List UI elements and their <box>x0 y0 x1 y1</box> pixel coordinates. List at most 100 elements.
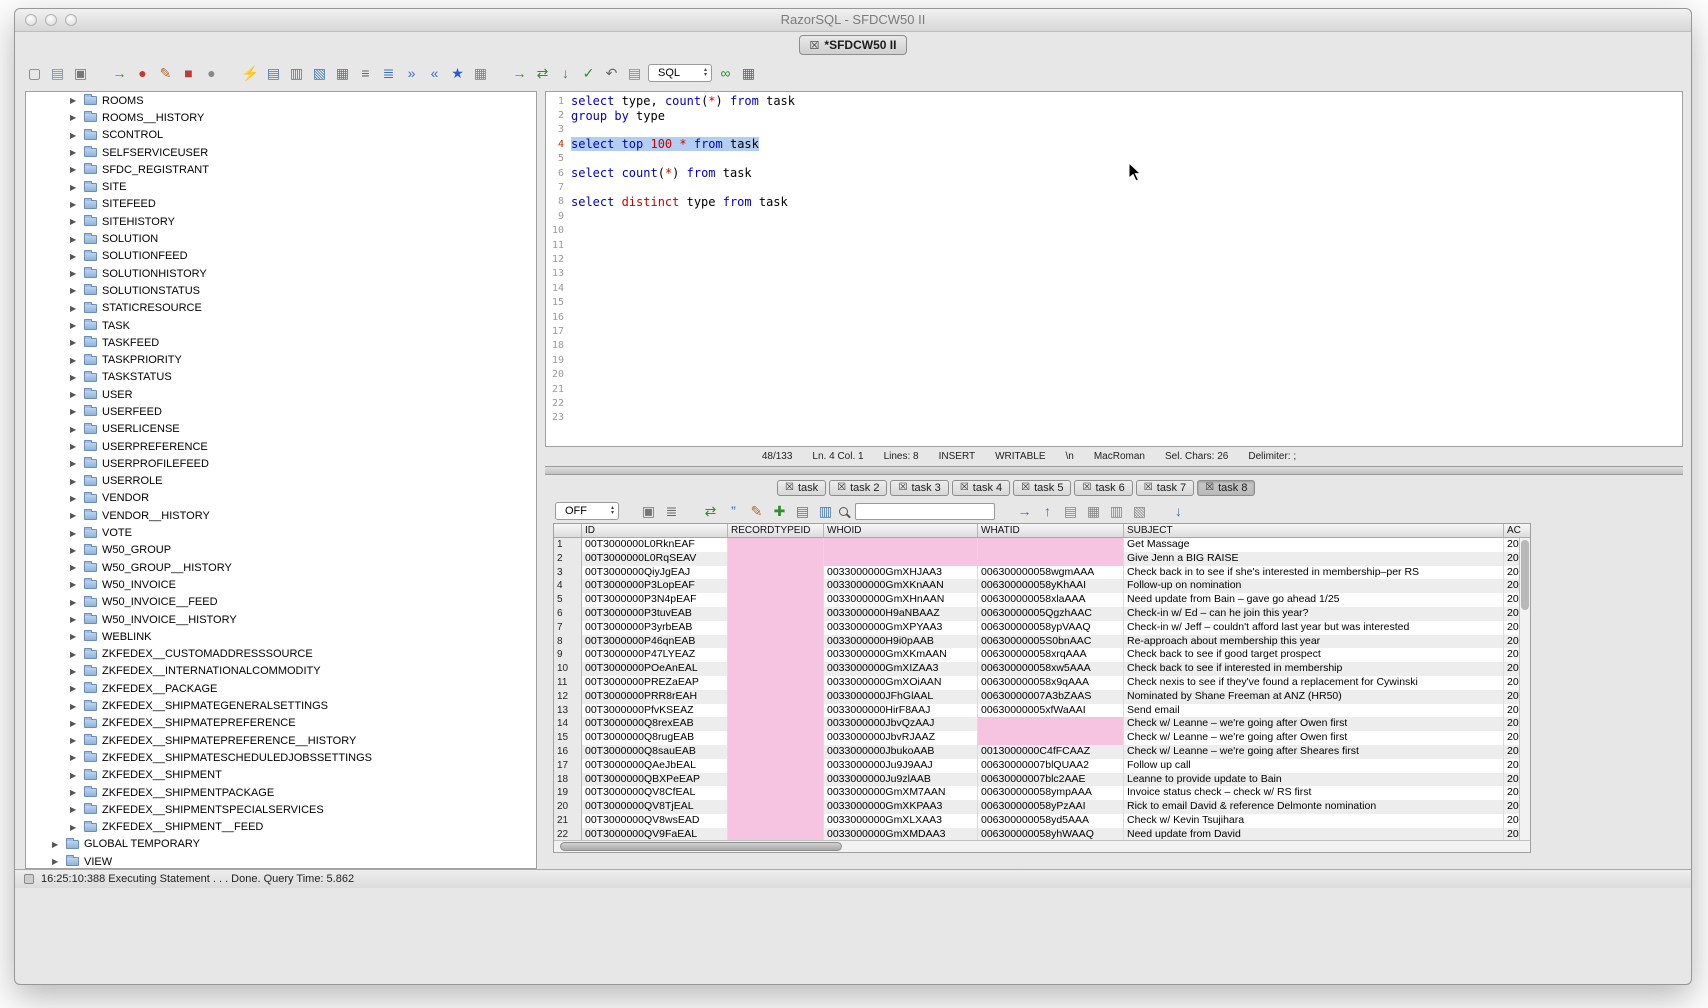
tree-item-taskstatus[interactable]: ▶TASKSTATUS <box>26 369 536 386</box>
cell-recordtypeid[interactable] <box>728 800 824 814</box>
execute-fetch-icon[interactable]: ⇄ <box>533 64 552 83</box>
tree-item-taskpriority[interactable]: ▶TASKPRIORITY <box>26 351 536 368</box>
format-sql-icon[interactable]: ≣ <box>379 64 398 83</box>
disclosure-triangle-icon[interactable]: ▶ <box>70 425 79 434</box>
row-number[interactable]: 7 <box>554 621 582 635</box>
cell-whoid[interactable]: 0033000000HirF8AAJ <box>824 704 978 718</box>
cell-id[interactable]: 00T3000000QiyJgEAJ <box>582 566 728 580</box>
disclosure-triangle-icon[interactable]: ▶ <box>70 650 79 659</box>
undo-icon[interactable]: ↶ <box>602 64 621 83</box>
open-file-icon[interactable]: ▤ <box>48 64 67 83</box>
row-number[interactable]: 12 <box>554 690 582 704</box>
row-number[interactable]: 8 <box>554 635 582 649</box>
cell-whoid[interactable]: 0033000000GmXIZAA3 <box>824 662 978 676</box>
row-number[interactable]: 5 <box>554 593 582 607</box>
tree-item-zkfedex-customaddresssource[interactable]: ▶ZKFEDEX__CUSTOMADDRESSSOURCE <box>26 646 536 663</box>
cell-whoid[interactable] <box>824 538 978 552</box>
row-number[interactable]: 13 <box>554 704 582 718</box>
cell-whoid[interactable]: 0033000000H9aNBAAZ <box>824 607 978 621</box>
cell-recordtypeid[interactable] <box>728 704 824 718</box>
disclosure-triangle-icon[interactable]: ▶ <box>70 632 79 641</box>
cell-subject[interactable]: Check w/ Leanne – we're going after Owen… <box>1124 731 1504 745</box>
column-header-whatid[interactable]: WHATID <box>978 524 1124 537</box>
cell-whoid[interactable]: 0033000000H9i0pAAB <box>824 635 978 649</box>
cell-id[interactable]: 00T3000000P3yrbEAB <box>582 621 728 635</box>
sql-editor[interactable]: 1select type, count(*) from task2group b… <box>545 91 1683 447</box>
edit-cell-icon[interactable]: ✎ <box>747 502 766 521</box>
disclosure-triangle-icon[interactable]: ▶ <box>70 736 79 745</box>
check-syntax-icon[interactable]: ✓ <box>579 64 598 83</box>
close-tab-icon[interactable]: ☒ <box>1021 482 1030 493</box>
cell-recordtypeid[interactable] <box>728 745 824 759</box>
row-number[interactable]: 1 <box>554 538 582 552</box>
tree-item-zkfedex-shipmategeneralsettings[interactable]: ▶ZKFEDEX__SHIPMATEGENERALSETTINGS <box>26 697 536 714</box>
cell-id[interactable]: 00T3000000P3tuvEAB <box>582 607 728 621</box>
tree-item-staticresource[interactable]: ▶STATICRESOURCE <box>26 300 536 317</box>
cell-id[interactable]: 00T3000000QBXPeEAP <box>582 773 728 787</box>
tree-item-vendor-history[interactable]: ▶VENDOR__HISTORY <box>26 507 536 524</box>
tree-item-vendor[interactable]: ▶VENDOR <box>26 490 536 507</box>
tree-item-w50-group-history[interactable]: ▶W50_GROUP__HISTORY <box>26 559 536 576</box>
row-number[interactable]: 19 <box>554 786 582 800</box>
disclosure-triangle-icon[interactable]: ▶ <box>70 546 79 555</box>
result-tab-task-7[interactable]: ☒task 7 <box>1136 480 1194 496</box>
cell-whatid[interactable]: 006300000058x9qAAA <box>978 676 1124 690</box>
cell-subject[interactable]: Check-in w/ Jeff – couldn't afford last … <box>1124 621 1504 635</box>
add-row-icon[interactable]: ✚ <box>770 502 789 521</box>
disclosure-triangle-icon[interactable]: ▶ <box>70 667 79 676</box>
tree-item-task[interactable]: ▶TASK <box>26 317 536 334</box>
spreadsheet-icon[interactable]: ▦ <box>739 64 758 83</box>
disclosure-triangle-icon[interactable]: ▶ <box>70 96 79 105</box>
cell-recordtypeid[interactable] <box>728 759 824 773</box>
row-number[interactable]: 10 <box>554 662 582 676</box>
cell-whatid[interactable] <box>978 538 1124 552</box>
tree-item-solutionfeed[interactable]: ▶SOLUTIONFEED <box>26 248 536 265</box>
quotes-icon[interactable]: ” <box>724 502 743 521</box>
disclosure-triangle-icon[interactable]: ▶ <box>70 183 79 192</box>
cell-subject[interactable]: Check back to see if interested in membe… <box>1124 662 1504 676</box>
cell-recordtypeid[interactable] <box>728 648 824 662</box>
cell-subject[interactable]: Follow up call <box>1124 759 1504 773</box>
row-number[interactable]: 18 <box>554 773 582 787</box>
disclosure-triangle-icon[interactable]: ▶ <box>70 407 79 416</box>
query-builder-icon[interactable]: ▦ <box>471 64 490 83</box>
cell-whatid[interactable]: 006300000058wgmAAA <box>978 566 1124 580</box>
cell-whoid[interactable]: 0033000000GmXOiAAN <box>824 676 978 690</box>
cell-whatid[interactable]: 006300000058yd5AAA <box>978 814 1124 828</box>
tree-item-userfeed[interactable]: ▶USERFEED <box>26 403 536 420</box>
row-number[interactable]: 16 <box>554 745 582 759</box>
cell-whoid[interactable]: 0033000000Ju9zlAAB <box>824 773 978 787</box>
row-number[interactable]: 4 <box>554 579 582 593</box>
disclosure-triangle-icon[interactable]: ▶ <box>70 805 79 814</box>
cell-whatid[interactable]: 00630000007A3bZAAS <box>978 690 1124 704</box>
cell-id[interactable]: 00T3000000P3N4pEAF <box>582 593 728 607</box>
column-header-subject[interactable]: SUBJECT <box>1124 524 1504 537</box>
tree-item-weblink[interactable]: ▶WEBLINK <box>26 628 536 645</box>
disclosure-triangle-icon[interactable]: ▶ <box>70 304 79 313</box>
close-tab-icon[interactable]: ☒ <box>1082 482 1091 493</box>
disclosure-triangle-icon[interactable]: ▶ <box>52 840 61 849</box>
cell-whoid[interactable]: 0033000000GmXLXAA3 <box>824 814 978 828</box>
row-number[interactable]: 20 <box>554 800 582 814</box>
go-icon[interactable]: → <box>1015 502 1034 521</box>
tree-item-zkfedex-shipmentspecialservices[interactable]: ▶ZKFEDEX__SHIPMENTSPECIALSERVICES <box>26 801 536 818</box>
disclosure-triangle-icon[interactable]: ▶ <box>70 442 79 451</box>
tree-item-zkfedex-internationalcommodity[interactable]: ▶ZKFEDEX__INTERNATIONALCOMMODITY <box>26 663 536 680</box>
cell-subject[interactable]: Check w/ Leanne – we're going after Owen… <box>1124 717 1504 731</box>
cell-whatid[interactable]: 006300000058xlaAAA <box>978 593 1124 607</box>
disclosure-triangle-icon[interactable]: ▶ <box>70 563 79 572</box>
cell-id[interactable]: 00T3000000Q8sauEAB <box>582 745 728 759</box>
row-number[interactable]: 21 <box>554 814 582 828</box>
row-number[interactable]: 3 <box>554 566 582 580</box>
tree-item-zkfedex-shipmatepreference[interactable]: ▶ZKFEDEX__SHIPMATEPREFERENCE <box>26 715 536 732</box>
disclosure-triangle-icon[interactable]: ▶ <box>70 321 79 330</box>
cell-recordtypeid[interactable] <box>728 814 824 828</box>
paste-icon[interactable]: ▦ <box>333 64 352 83</box>
result-tab-task-3[interactable]: ☒task 3 <box>890 480 948 496</box>
copy-table-icon[interactable]: ▧ <box>310 64 329 83</box>
info-icon[interactable]: ● <box>202 64 221 83</box>
cell-whoid[interactable]: 0033000000GmXPYAA3 <box>824 621 978 635</box>
connections-icon[interactable]: ∞ <box>716 64 735 83</box>
cell-recordtypeid[interactable] <box>728 731 824 745</box>
cell-recordtypeid[interactable] <box>728 690 824 704</box>
